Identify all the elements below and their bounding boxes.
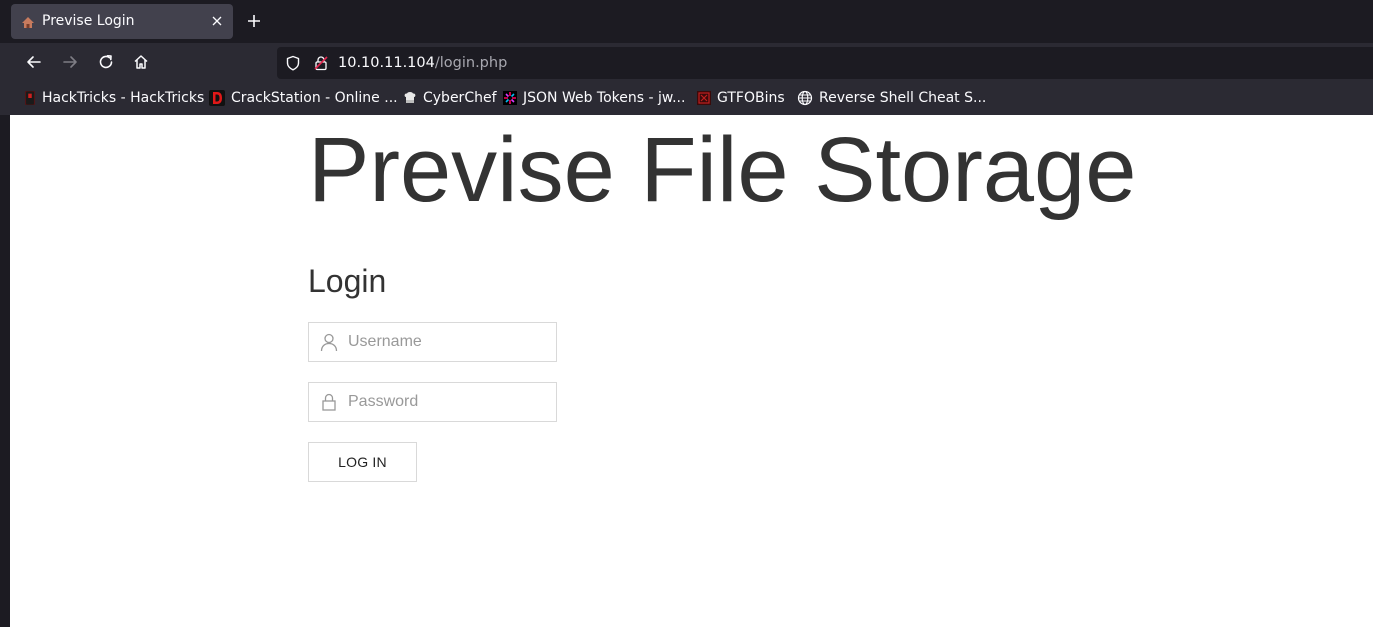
tracking-protection-shield-icon[interactable]	[285, 55, 301, 71]
address-bar[interactable]: 10.10.11.104/login.php	[277, 47, 1373, 79]
insecure-lock-icon[interactable]	[313, 55, 329, 71]
new-tab-plus-icon[interactable]	[246, 13, 262, 29]
navigation-toolbar: 10.10.11.104/login.php	[0, 43, 1373, 81]
home-icon[interactable]	[132, 53, 150, 71]
lock-icon	[322, 393, 336, 411]
gtfobins-icon	[697, 91, 711, 105]
tab-strip: Previse Login	[0, 0, 1373, 43]
back-arrow-icon[interactable]	[25, 53, 43, 71]
forward-arrow-icon[interactable]	[61, 53, 79, 71]
jwt-icon	[503, 91, 517, 105]
globe-icon	[797, 90, 813, 106]
bookmark-label: CrackStation - Online ...	[231, 90, 398, 106]
active-tab[interactable]: Previse Login	[11, 4, 233, 39]
bookmark-crackstation[interactable]: CrackStation - Online ...	[209, 89, 398, 107]
bookmark-label: CyberChef	[423, 90, 497, 106]
login-heading: Login	[308, 263, 387, 299]
url-text: 10.10.11.104/login.php	[338, 54, 507, 72]
user-icon	[320, 333, 338, 352]
url-path: /login.php	[434, 55, 508, 71]
site-title: Previse File Storage	[308, 119, 1137, 221]
bookmarks-toolbar: HackTricks - HackTricks CrackStation - O…	[0, 81, 1373, 115]
tab-title: Previse Login	[42, 13, 135, 29]
bookmark-jwt[interactable]: JSON Web Tokens - jw...	[503, 89, 685, 107]
close-tab-icon[interactable]	[210, 14, 224, 28]
password-input[interactable]	[348, 383, 548, 421]
bookmark-label: JSON Web Tokens - jw...	[523, 90, 686, 106]
cyberchef-icon	[404, 92, 416, 103]
url-host: 10.10.11.104	[338, 55, 435, 71]
bookmark-label: HackTricks - HackTricks	[42, 90, 205, 106]
bookmark-label: GTFOBins	[717, 90, 785, 106]
bookmark-cyberchef[interactable]: CyberChef	[403, 89, 497, 107]
hacktricks-icon	[25, 91, 35, 105]
username-field[interactable]	[308, 322, 557, 362]
web-page: Previse File Storage Login LOG IN	[10, 115, 1373, 627]
crackstation-icon	[209, 90, 225, 106]
bookmark-label: Reverse Shell Cheat S...	[819, 90, 987, 106]
login-button[interactable]: LOG IN	[308, 442, 417, 482]
bookmark-gtfobins[interactable]: GTFOBins	[697, 89, 785, 107]
bookmark-reverse-shell[interactable]: Reverse Shell Cheat S...	[797, 89, 986, 107]
bookmark-hacktricks[interactable]: HackTricks - HackTricks	[24, 89, 204, 107]
username-input[interactable]	[348, 323, 548, 361]
password-field[interactable]	[308, 382, 557, 422]
reload-icon[interactable]	[97, 53, 115, 71]
previse-favicon-icon	[22, 17, 34, 28]
